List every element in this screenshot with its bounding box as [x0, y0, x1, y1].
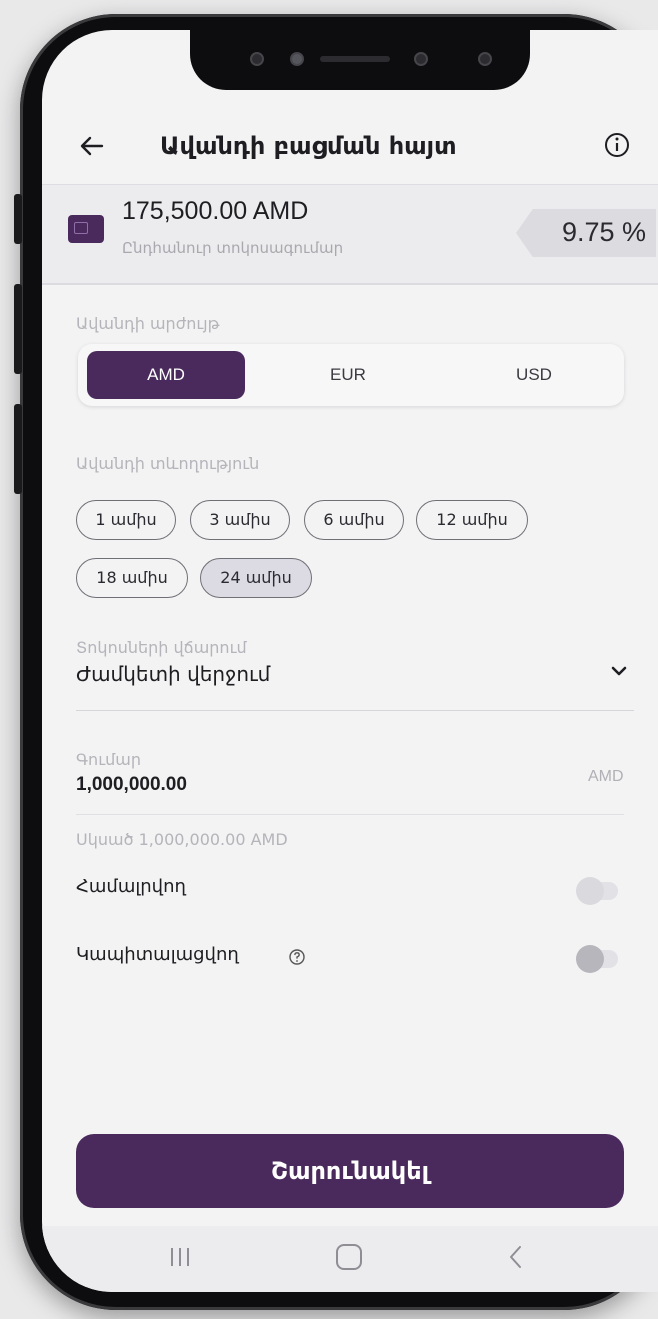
payout-select[interactable]: Ժամկետի վերջում: [76, 662, 270, 686]
interest-rate-value: 9.75 %: [561, 217, 646, 247]
app-bar: Ավանդի բացման հայտ: [42, 112, 658, 182]
payout-divider: [76, 710, 634, 711]
minimum-amount-hint: Սկսած 1,000,000.00 AMD: [76, 830, 288, 849]
replenishable-toggle[interactable]: [576, 877, 618, 905]
amount-input[interactable]: 1,000,000.00: [76, 774, 187, 796]
currency-option-amd[interactable]: AMD: [87, 351, 245, 399]
back-arrow-icon[interactable]: [78, 132, 106, 160]
capitalizable-toggle-knob: [576, 945, 604, 973]
phone-volume-up: [14, 284, 22, 374]
term-chip-24[interactable]: 24 ամիս: [200, 558, 312, 598]
capitalizable-label: Կապիտալացվող: [76, 944, 239, 965]
total-interest-amount: 175,500.00 AMD: [122, 197, 309, 225]
system-nav-bar: [42, 1226, 658, 1292]
interest-summary: 175,500.00 AMD Ընդհանուր տոկոսագումար 9.…: [42, 184, 658, 285]
currency-option-usd[interactable]: USD: [464, 351, 604, 399]
page-title: Ավանդի բացման հայտ: [160, 132, 457, 160]
capitalizable-toggle[interactable]: [576, 945, 618, 973]
term-chip-12[interactable]: 12 ամիս: [416, 500, 528, 540]
currency-section-label: Ավանդի արժույթ: [76, 314, 220, 333]
front-camera-icon: [478, 52, 492, 66]
term-section-label: Ավանդի տևողություն: [76, 454, 260, 473]
phone-volume-down: [14, 404, 22, 494]
continue-button[interactable]: Շարունակել: [76, 1134, 624, 1208]
total-interest-label: Ընդհանուր տոկոսագումար: [122, 239, 344, 257]
term-chip-1[interactable]: 1 ամիս: [76, 500, 176, 540]
system-back-icon[interactable]: [504, 1244, 528, 1270]
amount-field-label: Գումար: [76, 750, 142, 769]
term-chip-6[interactable]: 6 ամիս: [304, 500, 404, 540]
proximity-sensor-icon: [414, 52, 428, 66]
sensor-icon: [250, 52, 264, 66]
amount-divider: [76, 814, 624, 815]
term-chip-18[interactable]: 18 ամիս: [76, 558, 188, 598]
replenishable-toggle-knob: [576, 877, 604, 905]
card-icon: [68, 215, 104, 243]
term-chip-3[interactable]: 3 ամիս: [190, 500, 290, 540]
speaker-grille: [320, 56, 390, 62]
amount-currency: AMD: [588, 768, 624, 785]
chevron-down-icon[interactable]: [608, 660, 630, 682]
home-icon[interactable]: [336, 1244, 362, 1270]
recent-apps-icon[interactable]: [168, 1246, 192, 1268]
interest-rate-badge: 9.75 %: [516, 209, 656, 257]
camera-icon: [290, 52, 304, 66]
replenishable-label: Համալրվող: [76, 876, 186, 897]
payout-label: Տոկոսների վճարում: [76, 638, 247, 657]
camera-notch: [190, 30, 530, 90]
currency-selector: AMD EUR USD: [78, 344, 624, 406]
help-icon[interactable]: [288, 948, 306, 966]
phone-side-button: [14, 194, 22, 244]
info-icon[interactable]: [602, 130, 632, 160]
app-screen: Ավանդի բացման հայտ 175,500.00 AMD Ընդհան…: [42, 30, 658, 1292]
currency-option-eur[interactable]: EUR: [278, 351, 418, 399]
